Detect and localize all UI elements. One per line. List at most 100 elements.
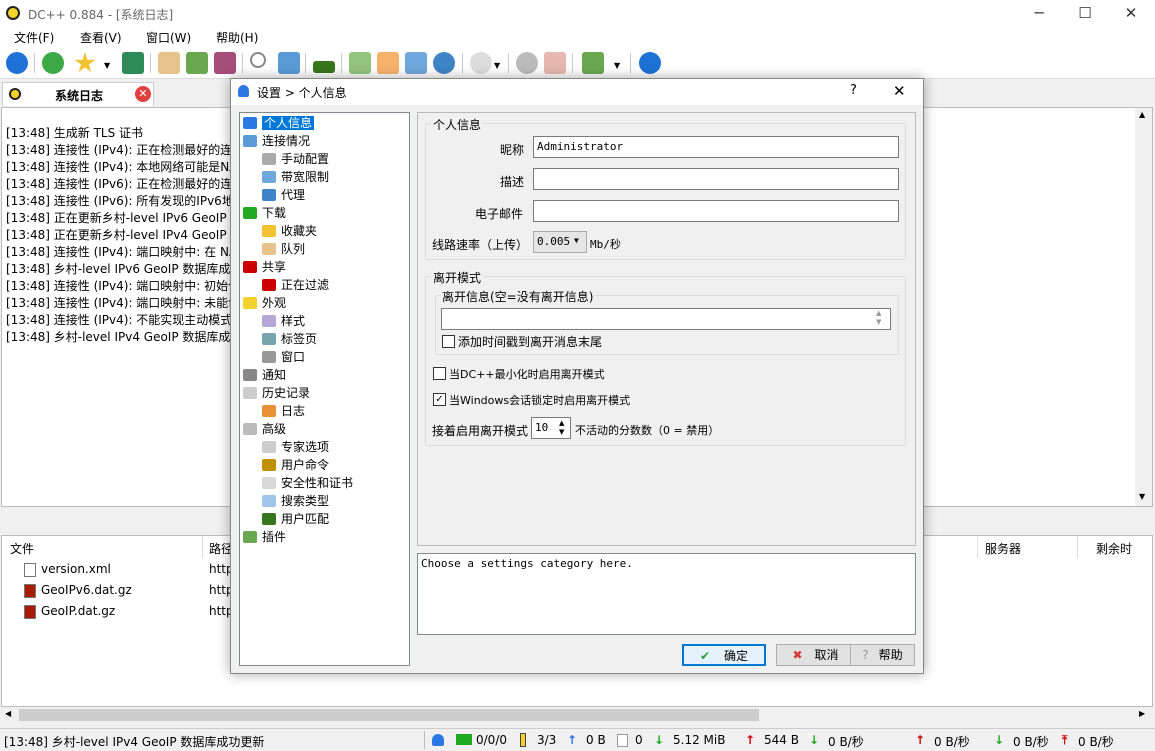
users-icon[interactable] xyxy=(122,52,144,74)
favorites-star-icon[interactable] xyxy=(74,52,96,73)
tab-close-icon[interactable]: ✕ xyxy=(135,86,151,102)
tree-item[interactable]: 安全性和证书 xyxy=(262,474,353,492)
tree-item[interactable]: 个人信息 xyxy=(243,114,315,132)
category-icon xyxy=(262,351,276,363)
dialog-help-button[interactable]: ? xyxy=(850,83,857,98)
dialog-close-button[interactable]: ✕ xyxy=(893,82,906,100)
horizontal-scrollbar[interactable]: ◀ ▶ xyxy=(1,707,1153,724)
reconnect-icon[interactable] xyxy=(42,52,64,74)
tree-item[interactable]: 专家选项 xyxy=(262,438,329,456)
tree-item[interactable]: 手动配置 xyxy=(262,150,329,168)
line-speed-select[interactable]: 0.005 ▼ xyxy=(533,231,587,253)
tree-item[interactable]: 连接情况 xyxy=(243,132,310,150)
match-queue-icon[interactable] xyxy=(405,52,427,74)
tree-item-label: 用户匹配 xyxy=(281,512,330,526)
notepad-icon[interactable] xyxy=(544,52,566,74)
column-header-hub[interactable]: 服务器 xyxy=(985,540,1021,557)
tree-item[interactable]: 外观 xyxy=(243,294,286,312)
tree-item-label: 共享 xyxy=(262,260,287,274)
scrollbar-thumb[interactable] xyxy=(19,709,759,721)
tab-system-log[interactable]: 系统日志 ✕ xyxy=(2,82,154,106)
tree-item[interactable]: 插件 xyxy=(243,528,286,546)
search-icon[interactable] xyxy=(250,52,266,68)
upload-arrow-icon: ↑ xyxy=(567,733,578,747)
tree-item[interactable]: 用户匹配 xyxy=(262,510,329,528)
finished-uploads-icon[interactable] xyxy=(214,52,236,74)
dropdown-arrow-icon[interactable]: ▼ xyxy=(494,61,500,70)
scroll-down-icon[interactable]: ▼ xyxy=(1139,492,1145,501)
menu-file[interactable]: 文件(F) xyxy=(14,29,54,46)
tree-item[interactable]: 搜索类型 xyxy=(262,492,329,510)
minimize-button[interactable]: ─ xyxy=(1016,0,1062,27)
away-icon[interactable] xyxy=(470,52,492,74)
back-icon[interactable] xyxy=(6,52,28,74)
settings-dialog: 设置 > 个人信息 ? ✕ 个人信息 连接情况 手动配置 带宽限制 代理 下载 收藏夹 队列共… xyxy=(230,78,924,674)
gear-icon[interactable] xyxy=(516,52,538,74)
maximize-button[interactable]: ☐ xyxy=(1062,0,1108,27)
column-header-remaining[interactable]: 剩余时 xyxy=(1096,540,1132,557)
toolbar-separator xyxy=(462,53,463,73)
toolbar-separator xyxy=(34,53,35,73)
tree-item-label: 下载 xyxy=(262,206,287,220)
tree-item[interactable]: 正在过滤 xyxy=(262,276,329,294)
spin-icon[interactable]: ▲ ▼ xyxy=(876,309,881,327)
log-line: [13:48] 正在更新乡村-level IPv4 GeoIP 数 xyxy=(6,228,243,242)
finished-downloads-icon[interactable] xyxy=(186,52,208,74)
tree-item[interactable]: 日志 xyxy=(262,402,305,420)
menu-help[interactable]: 帮助(H) xyxy=(216,29,258,46)
cancel-button[interactable]: ✖ 取消 xyxy=(776,644,855,666)
tree-item[interactable]: 标签页 xyxy=(262,330,317,348)
tree-item[interactable]: 收藏夹 xyxy=(262,222,317,240)
spin-icon[interactable]: ▲ ▼ xyxy=(559,419,564,437)
help-label: 帮助 xyxy=(878,648,903,662)
transfer-file[interactable]: GeoIPv6.dat.gz xyxy=(41,583,132,597)
settings-category-tree: 个人信息连接情况手动配置 带宽限制 代理下载收藏夹队列共享正在过滤 外观 样式 标签页 窗口… xyxy=(239,112,410,666)
refresh-icon[interactable] xyxy=(433,52,455,74)
scroll-left-icon[interactable]: ◀ xyxy=(5,709,11,718)
tree-item-label: 连接情况 xyxy=(262,134,311,148)
tree-item[interactable]: 带宽限制 xyxy=(262,168,329,186)
nick-field[interactable]: Administrator xyxy=(533,136,899,158)
transfer-file[interactable]: GeoIP.dat.gz xyxy=(41,604,115,618)
away-message-field[interactable] xyxy=(441,308,891,330)
log-scrollbar[interactable]: ▲ ▼ xyxy=(1135,108,1152,506)
timestamp-checkbox[interactable] xyxy=(442,335,455,348)
tree-item-label: 收藏夹 xyxy=(281,224,318,238)
category-icon xyxy=(262,459,276,471)
open-file-list-icon[interactable] xyxy=(349,52,371,74)
column-divider xyxy=(1077,536,1078,558)
close-button[interactable]: ✕ xyxy=(1108,0,1154,27)
minimize-away-checkbox[interactable] xyxy=(433,367,446,380)
adl-search-icon[interactable] xyxy=(278,52,300,74)
menu-window[interactable]: 窗口(W) xyxy=(146,29,191,46)
email-field[interactable] xyxy=(533,200,899,222)
toolbar: ▼ ▼ ▼ xyxy=(0,47,1155,79)
dropdown-arrow-icon[interactable]: ▼ xyxy=(104,61,110,70)
transfer-file[interactable]: version.xml xyxy=(41,562,111,576)
tree-item[interactable]: 队列 xyxy=(262,240,305,258)
tree-item[interactable]: 历史记录 xyxy=(243,384,310,402)
menu-view[interactable]: 查看(V) xyxy=(80,29,122,46)
tree-item[interactable]: 通知 xyxy=(243,366,286,384)
dropdown-arrow-icon[interactable]: ▼ xyxy=(614,61,620,70)
tree-item[interactable]: 代理 xyxy=(262,186,305,204)
column-header-file[interactable]: 文件 xyxy=(10,540,34,557)
network-stats-icon[interactable] xyxy=(313,61,335,73)
scroll-right-icon[interactable]: ▶ xyxy=(1139,709,1145,718)
scroll-up-icon[interactable]: ▲ xyxy=(1139,110,1145,119)
plugins-icon[interactable] xyxy=(582,52,604,74)
open-own-list-icon[interactable] xyxy=(377,52,399,74)
tree-item[interactable]: 用户命令 xyxy=(262,456,329,474)
tree-item[interactable]: 高级 xyxy=(243,420,286,438)
lock-away-checkbox[interactable]: ✓ xyxy=(433,393,446,406)
tree-item[interactable]: 下载 xyxy=(243,204,286,222)
ok-button[interactable]: ✔ 确定 xyxy=(682,644,766,666)
help-button[interactable]: ? 帮助 xyxy=(850,644,915,666)
tree-item[interactable]: 共享 xyxy=(243,258,286,276)
idle-minutes-field[interactable]: 10 xyxy=(531,417,571,439)
description-field[interactable] xyxy=(533,168,899,190)
queue-icon[interactable] xyxy=(158,52,180,74)
help-icon[interactable] xyxy=(639,52,661,74)
tree-item[interactable]: 窗口 xyxy=(262,348,305,366)
tree-item[interactable]: 样式 xyxy=(262,312,305,330)
